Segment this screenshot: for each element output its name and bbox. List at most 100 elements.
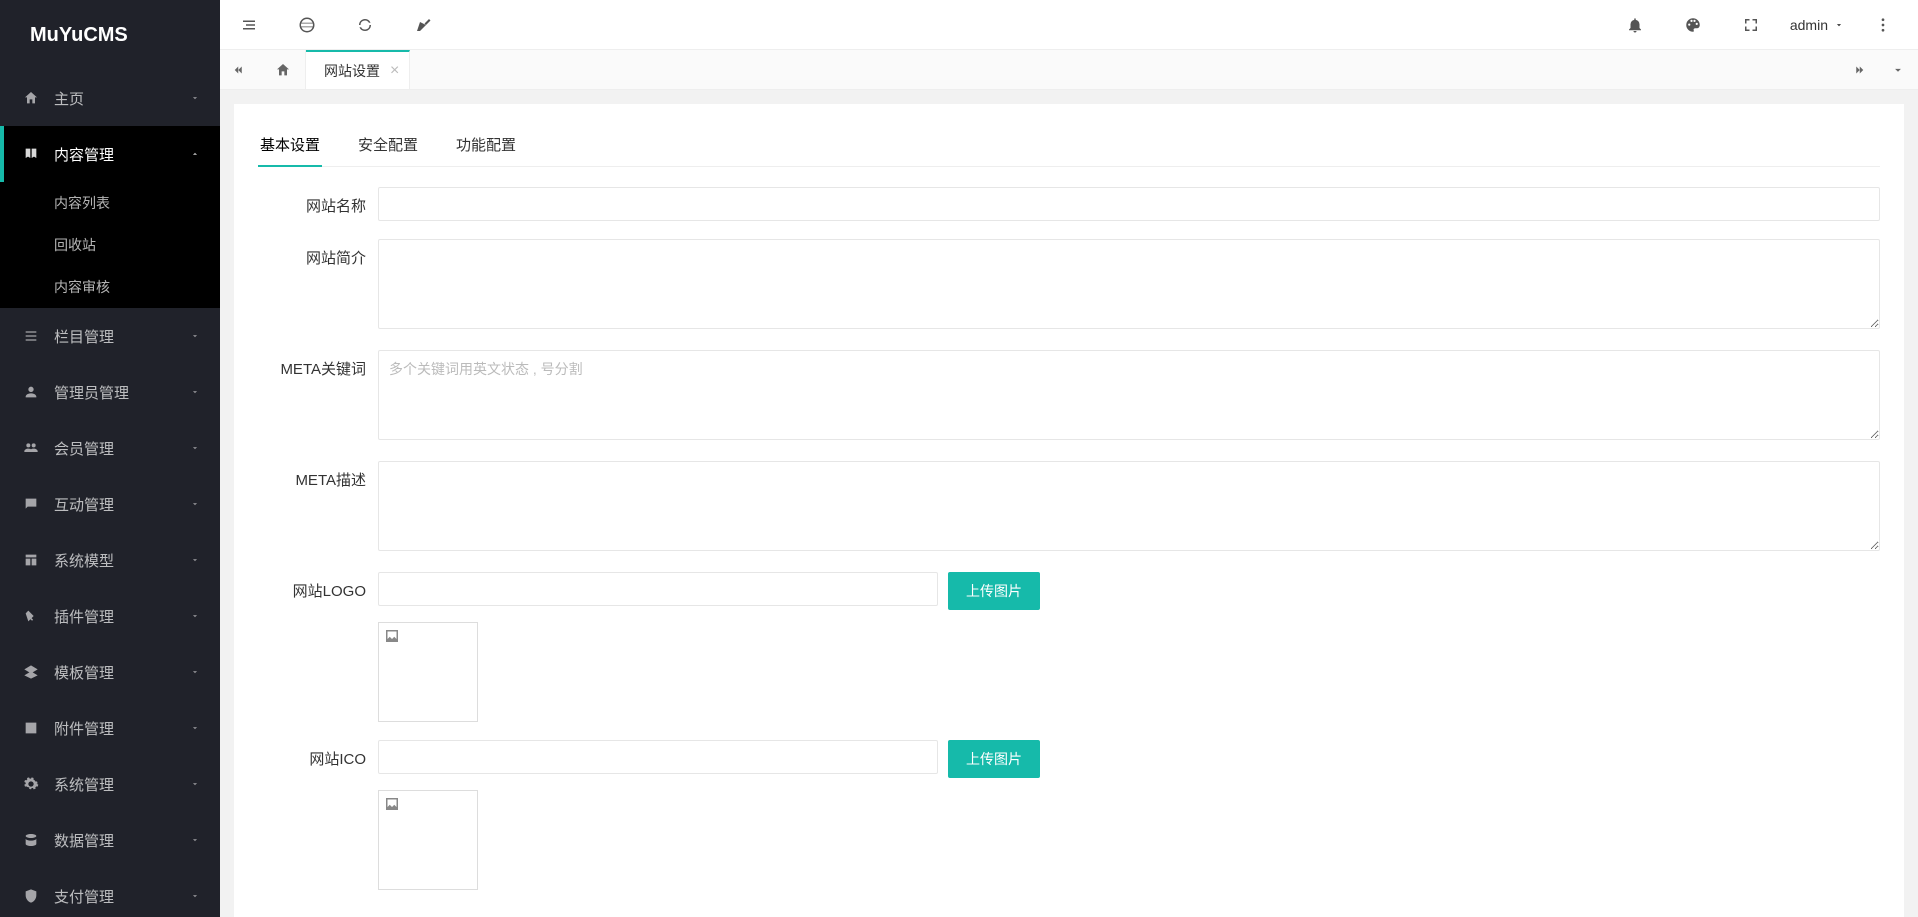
fullscreen-button[interactable]	[1722, 0, 1780, 50]
clear-cache-button[interactable]	[394, 0, 452, 50]
sidebar-item-content[interactable]: 内容管理	[0, 126, 220, 182]
sidebar-item-label: 附件管理	[54, 718, 114, 739]
sidebar-item-label: 管理员管理	[54, 382, 129, 403]
chevron-down-icon	[190, 723, 200, 733]
shield-icon	[22, 888, 40, 904]
logo-preview	[378, 622, 478, 722]
input-site-ico[interactable]	[378, 740, 938, 774]
tab-home[interactable]	[260, 50, 306, 89]
home-icon	[22, 90, 40, 106]
label-meta-keywords: META关键词	[258, 350, 378, 443]
settings-card: 基本设置 安全配置 功能配置 网站名称 网站简介 META关键词	[234, 104, 1904, 917]
tab-function[interactable]: 功能配置	[454, 124, 518, 166]
doc-tab-label: 网站设置	[324, 61, 380, 81]
side-nav: 主页 内容管理 内容列表 回收站 内容审核 栏目管理 管理员管理	[0, 70, 220, 917]
list-icon	[22, 328, 40, 344]
database-icon	[22, 832, 40, 848]
main: admin 网站设置 × 基本设置 安全配置	[220, 0, 1918, 917]
plugin-icon	[22, 608, 40, 624]
broken-image-icon	[383, 627, 401, 645]
upload-logo-button[interactable]: 上传图片	[948, 572, 1040, 610]
sidebar-item-payment[interactable]: 支付管理	[0, 868, 220, 917]
label-site-ico: 网站ICO	[258, 740, 378, 890]
users-icon	[22, 440, 40, 456]
sidebar-item-label: 内容管理	[54, 144, 114, 165]
chevron-down-icon	[1834, 20, 1844, 30]
tab-security[interactable]: 安全配置	[356, 124, 420, 166]
sidebar-item-label: 主页	[54, 88, 84, 109]
doc-tab-site-settings[interactable]: 网站设置 ×	[306, 50, 410, 89]
sidebar-item-interact[interactable]: 互动管理	[0, 476, 220, 532]
sidebar-item-label: 数据管理	[54, 830, 114, 851]
label-meta-description: META描述	[258, 461, 378, 554]
chevron-down-icon	[190, 331, 200, 341]
globe-icon[interactable]	[278, 0, 336, 50]
label-site-logo: 网站LOGO	[258, 572, 378, 722]
sidebar-sub-audit[interactable]: 内容审核	[0, 266, 220, 308]
user-icon	[22, 384, 40, 400]
sidebar-item-theme[interactable]: 模板管理	[0, 644, 220, 700]
page-body: 基本设置 安全配置 功能配置 网站名称 网站简介 META关键词	[220, 90, 1918, 917]
close-icon[interactable]: ×	[390, 63, 399, 79]
sidebar-sub-content-list[interactable]: 内容列表	[0, 182, 220, 224]
sidebar-item-admin[interactable]: 管理员管理	[0, 364, 220, 420]
image-icon	[22, 720, 40, 736]
sidebar-item-attachment[interactable]: 附件管理	[0, 700, 220, 756]
upload-ico-button[interactable]: 上传图片	[948, 740, 1040, 778]
sidebar-item-category[interactable]: 栏目管理	[0, 308, 220, 364]
sidebar-item-label: 互动管理	[54, 494, 114, 515]
notification-icon[interactable]	[1606, 0, 1664, 50]
chevron-down-icon	[190, 387, 200, 397]
tabs-next-button[interactable]	[1838, 50, 1878, 89]
textarea-meta-keywords[interactable]	[378, 350, 1880, 440]
input-site-name[interactable]	[378, 187, 1880, 221]
chevron-down-icon	[190, 835, 200, 845]
ico-preview	[378, 790, 478, 890]
chevron-down-icon	[190, 555, 200, 565]
more-menu[interactable]	[1854, 0, 1912, 50]
chevron-down-icon	[190, 443, 200, 453]
chevron-down-icon	[190, 499, 200, 509]
refresh-button[interactable]	[336, 0, 394, 50]
theme-icon[interactable]	[1664, 0, 1722, 50]
input-site-logo[interactable]	[378, 572, 938, 606]
sidebar-item-member[interactable]: 会员管理	[0, 420, 220, 476]
sidebar: MuYuCMS 主页 内容管理 内容列表 回收站 内容审核 栏目管理	[0, 0, 220, 917]
tabs-prev-button[interactable]	[220, 50, 260, 89]
layers-icon	[22, 664, 40, 680]
doc-tabs: 网站设置 ×	[220, 50, 1918, 90]
chat-icon	[22, 496, 40, 512]
sidebar-item-system[interactable]: 系统管理	[0, 756, 220, 812]
sidebar-item-label: 会员管理	[54, 438, 114, 459]
sidebar-item-label: 栏目管理	[54, 326, 114, 347]
brand-logo: MuYuCMS	[0, 0, 220, 70]
tab-basic[interactable]: 基本设置	[258, 124, 322, 167]
textarea-site-desc[interactable]	[378, 239, 1880, 329]
tabs-menu-button[interactable]	[1878, 50, 1918, 89]
collapse-sidebar-button[interactable]	[220, 0, 278, 50]
sidebar-item-label: 系统管理	[54, 774, 114, 795]
sidebar-item-label: 插件管理	[54, 606, 114, 627]
chevron-down-icon	[190, 667, 200, 677]
chevron-down-icon	[190, 779, 200, 789]
label-site-name: 网站名称	[258, 187, 378, 221]
sidebar-item-label: 系统模型	[54, 550, 114, 571]
chevron-down-icon	[190, 891, 200, 901]
sidebar-item-label: 支付管理	[54, 886, 114, 907]
sidebar-item-label: 模板管理	[54, 662, 114, 683]
template-icon	[22, 552, 40, 568]
sidebar-item-model[interactable]: 系统模型	[0, 532, 220, 588]
broken-image-icon	[383, 795, 401, 813]
chevron-down-icon	[190, 93, 200, 103]
textarea-meta-description[interactable]	[378, 461, 1880, 551]
settings-tabs: 基本设置 安全配置 功能配置	[258, 124, 1880, 167]
chevron-up-icon	[190, 149, 200, 159]
sidebar-sub-recycle[interactable]: 回收站	[0, 224, 220, 266]
sidebar-item-data[interactable]: 数据管理	[0, 812, 220, 868]
user-menu[interactable]: admin	[1780, 0, 1854, 50]
sidebar-item-plugin[interactable]: 插件管理	[0, 588, 220, 644]
label-site-desc: 网站简介	[258, 239, 378, 332]
chevron-down-icon	[190, 611, 200, 621]
gear-icon	[22, 776, 40, 792]
sidebar-item-home[interactable]: 主页	[0, 70, 220, 126]
